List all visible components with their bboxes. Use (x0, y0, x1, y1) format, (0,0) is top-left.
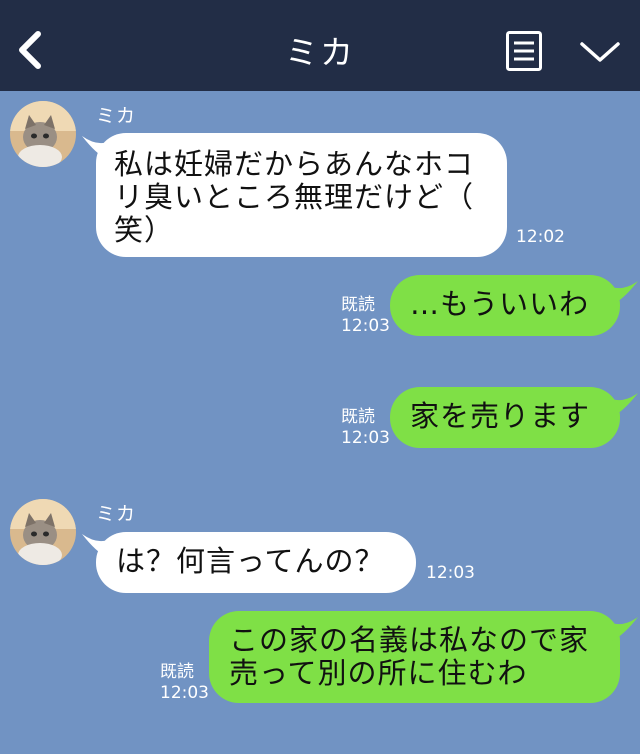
read-receipt: 既読 (341, 407, 375, 427)
bubble-tail (612, 393, 638, 417)
message-text: この家の名義は私なので家 売って別の所に住むわ (229, 623, 590, 690)
chat-title: ミカ (285, 33, 355, 72)
message-bubble-outgoing[interactable]: …もういいわ (390, 275, 620, 336)
message-meta: 既読 12:03 (341, 407, 390, 449)
message-time: 12:03 (160, 683, 209, 703)
cat-avatar[interactable] (10, 499, 76, 565)
read-receipt: 既読 (160, 662, 194, 682)
chat-header: ミカ (0, 0, 640, 91)
bubble-tail (612, 617, 638, 641)
chevron-down-icon[interactable] (578, 38, 622, 66)
message-text: は？何言ってんの？ (116, 544, 385, 578)
message-time: 12:03 (426, 563, 475, 583)
message-time: 12:03 (341, 316, 390, 336)
cat-avatar[interactable] (10, 101, 76, 167)
read-receipt: 既読 (341, 295, 375, 315)
sender-name: ミカ (96, 503, 137, 525)
message-text: 家を売ります (410, 399, 591, 433)
message-bubble-outgoing[interactable]: この家の名義は私なので家 売って別の所に住むわ (209, 611, 620, 703)
sender-name: ミカ (96, 105, 137, 127)
message-text: …もういいわ (410, 287, 590, 321)
message-time: 12:03 (341, 428, 390, 448)
message-time: 12:02 (516, 227, 565, 247)
message-meta: 既読 12:03 (341, 295, 390, 337)
message-bubble-incoming[interactable]: 私は妊婦だからあんなホコ リ臭いところ無理だけど（ 笑） (96, 133, 507, 257)
message-bubble-outgoing[interactable]: 家を売ります (390, 387, 620, 448)
message-bubble-incoming[interactable]: は？何言ってんの？ (96, 532, 416, 593)
bubble-tail (612, 281, 638, 305)
message-meta: 既読 12:03 (160, 662, 209, 704)
message-text: 私は妊婦だからあんなホコ リ臭いところ無理だけど（ 笑） (114, 147, 475, 247)
menu-lines-icon[interactable] (506, 31, 542, 71)
